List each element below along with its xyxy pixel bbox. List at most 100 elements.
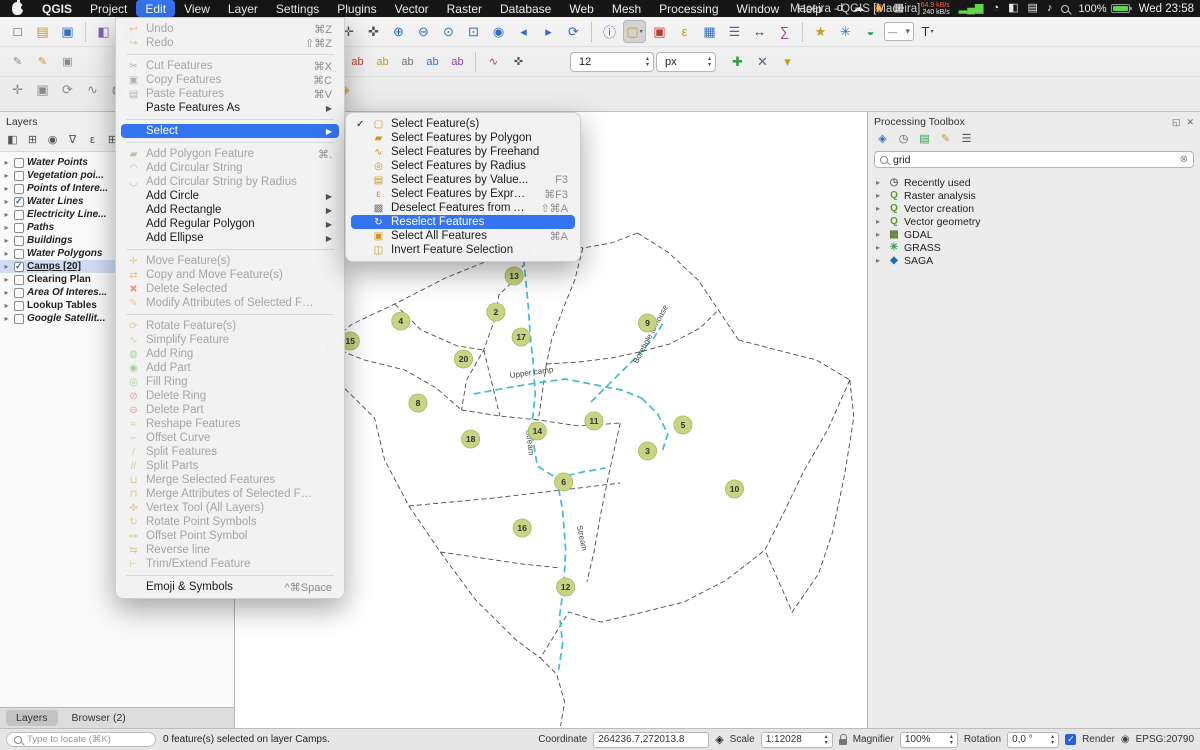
edit-in-place-icon[interactable]: ✎ xyxy=(937,131,954,146)
battery-indicator[interactable]: 100% xyxy=(1078,3,1129,15)
menu-item[interactable]: Add Ellipse ▶ xyxy=(121,231,339,245)
menu-item[interactable]: ✓ ◎ Select Features by Radius xyxy=(351,159,575,173)
magnifier-spinbox[interactable]: 100% ▴▾ xyxy=(900,732,958,748)
locator-search-input[interactable]: Type to locate (⌘K) xyxy=(6,732,156,747)
open-layer-styling-icon[interactable]: ◧ xyxy=(4,132,21,147)
project-save-icon[interactable]: ▣ xyxy=(56,20,79,43)
menubar-item[interactable]: Raster xyxy=(438,0,491,17)
expand-arrow-icon[interactable]: ▸ xyxy=(2,301,11,310)
label-move-icon[interactable]: ab xyxy=(421,50,444,73)
menubar-item[interactable]: View xyxy=(175,0,219,17)
spinbox-stepper[interactable]: ▴▾ xyxy=(646,56,649,68)
more-digitizing-icon[interactable]: ▾ xyxy=(776,50,799,73)
layer-visibility-checkbox[interactable] xyxy=(14,301,24,311)
algorithm-group-row[interactable]: ▸ Q Vector creation xyxy=(870,202,1198,215)
close-panel-icon[interactable]: ✕ xyxy=(1186,117,1194,128)
menubar-item[interactable]: Mesh xyxy=(603,0,650,17)
menu-item[interactable]: ✓ ▤ Select Features by Value... F3 xyxy=(351,173,575,187)
rotate-feature-icon[interactable]: ⟳ xyxy=(56,79,79,102)
tab-browser[interactable]: Browser (2) xyxy=(62,710,136,726)
menu-item[interactable]: ✜ Vertex Tool (All Layers) xyxy=(121,501,339,515)
add-group-icon[interactable]: ⊞ xyxy=(24,132,41,147)
menubar-item[interactable]: Processing xyxy=(650,0,727,17)
menu-item[interactable]: Emoji & Symbols ^⌘Space xyxy=(121,580,339,594)
menu-item[interactable]: ✓ ∿ Select Features by Freehand xyxy=(351,145,575,159)
expand-arrow-icon[interactable]: ▸ xyxy=(2,223,11,232)
expand-arrow-icon[interactable]: ▸ xyxy=(2,262,11,271)
display-icon[interactable]: ▤ xyxy=(1028,3,1038,14)
expand-arrow-icon[interactable]: ▸ xyxy=(876,230,884,239)
coordinate-input[interactable]: 264236.7,272013.8 xyxy=(593,732,709,748)
layer-labeling-single-icon[interactable]: ab xyxy=(346,50,369,73)
layer-visibility-checkbox[interactable] xyxy=(14,184,24,194)
menu-item[interactable]: ≈ Reshape Features xyxy=(121,417,339,431)
menu-item[interactable]: ✂ Cut Features ⌘X xyxy=(121,59,339,73)
menubar-clock[interactable]: Wed 23:58 xyxy=(1139,3,1194,15)
zoom-native-icon[interactable]: ⊙ xyxy=(437,20,460,43)
map-tips-icon[interactable]: ◒ xyxy=(859,20,882,43)
symbol-combo[interactable]: —▾ xyxy=(884,22,914,41)
clear-search-icon[interactable]: ⊗ xyxy=(1180,154,1188,165)
expand-arrow-icon[interactable]: ▸ xyxy=(2,210,11,219)
tab-layers[interactable]: Layers xyxy=(6,710,58,726)
menu-item[interactable]: // Split Parts xyxy=(121,459,339,473)
menu-item[interactable]: ◡ Add Circular String by Radius xyxy=(121,175,339,189)
simplify-feature-icon[interactable]: ∿ xyxy=(81,79,104,102)
label-pin-icon[interactable]: ab xyxy=(371,50,394,73)
layer-visibility-checkbox[interactable] xyxy=(14,223,24,233)
menu-item[interactable]: ✓ ▰ Select Features by Polygon xyxy=(351,131,575,145)
menu-item[interactable]: ▣ Copy Features ⌘C xyxy=(121,73,339,87)
zoom-in-icon[interactable]: ⊕ xyxy=(387,20,410,43)
menu-item[interactable]: ◍ Add Ring xyxy=(121,347,339,361)
menu-item[interactable]: Add Circle ▶ xyxy=(121,189,339,203)
manage-map-themes-icon[interactable]: ◉ xyxy=(44,132,61,147)
menubar-item[interactable]: Edit xyxy=(136,0,175,17)
expand-arrow-icon[interactable]: ▸ xyxy=(2,184,11,193)
expand-arrow-icon[interactable]: ▸ xyxy=(2,158,11,167)
unit-combo[interactable]: px ▴▾ xyxy=(656,52,716,72)
activity-bars-icon[interactable]: ▂▄▆ xyxy=(959,3,984,14)
menubar-item[interactable]: Database xyxy=(491,0,560,17)
select-features-icon[interactable]: ▢▾ xyxy=(623,20,646,43)
menu-item[interactable]: ◎ Fill Ring xyxy=(121,375,339,389)
deselect-features-icon[interactable]: ▣ xyxy=(648,20,671,43)
expand-arrow-icon[interactable]: ▸ xyxy=(2,171,11,180)
menu-item[interactable]: ✓ ▢ Select Feature(s) xyxy=(351,117,575,131)
label-rotate-icon[interactable]: ab xyxy=(446,50,469,73)
menu-item[interactable]: ∽ Offset Curve xyxy=(121,431,339,445)
attribute-table-icon[interactable]: ▦ xyxy=(698,20,721,43)
control-center-icon[interactable]: ◧ xyxy=(1008,3,1018,14)
layer-visibility-checkbox[interactable] xyxy=(14,262,24,272)
network-speed-indicator[interactable]: 64.9 kB/s 240 kB/s xyxy=(921,2,950,16)
menu-item[interactable]: ⊔ Merge Selected Features xyxy=(121,473,339,487)
models-icon[interactable]: ◈ xyxy=(874,131,891,146)
menu-item[interactable]: ✛ Move Feature(s) xyxy=(121,254,339,268)
style-manager-icon[interactable]: ◧ xyxy=(92,20,115,43)
unit-combo-stepper[interactable]: ▴▾ xyxy=(708,56,711,68)
layer-visibility-checkbox[interactable] xyxy=(14,275,24,285)
results-viewer-icon[interactable]: ▤ xyxy=(916,131,933,146)
menu-item[interactable]: ◉ Add Part xyxy=(121,361,339,375)
expand-arrow-icon[interactable]: ▸ xyxy=(876,178,884,187)
menu-item[interactable]: ▰ Add Polygon Feature ⌘. xyxy=(121,147,339,161)
algorithm-group-row[interactable]: ▸ ◷ Recently used xyxy=(870,176,1198,189)
menu-item[interactable]: ∿ Simplify Feature xyxy=(121,333,339,347)
label-show-hide-icon[interactable]: ab xyxy=(396,50,419,73)
menu-item[interactable]: Add Regular Polygon ▶ xyxy=(121,217,339,231)
layer-visibility-checkbox[interactable] xyxy=(14,158,24,168)
rotation-spinbox[interactable]: 0,0 ° ▴▾ xyxy=(1007,732,1059,748)
identify-features-icon[interactable]: ⓘ xyxy=(598,20,621,43)
select-by-expression-icon[interactable]: ε xyxy=(673,20,696,43)
pan-to-selection-icon[interactable]: ✜ xyxy=(362,20,385,43)
history-icon[interactable]: ◷ xyxy=(895,131,912,146)
menu-item[interactable]: ⟳ Rotate Feature(s) xyxy=(121,319,339,333)
algorithm-group-row[interactable]: ▸ ▦ GDAL xyxy=(870,228,1198,241)
copy-move-feature-icon[interactable]: ▣ xyxy=(31,79,54,102)
menu-item[interactable]: ⊘ Delete Ring xyxy=(121,389,339,403)
algorithm-group-row[interactable]: ▸ ◆ SAGA xyxy=(870,254,1198,267)
float-panel-icon[interactable]: ◱ xyxy=(1172,117,1181,128)
filter-by-expression-icon[interactable]: ε xyxy=(84,132,101,147)
zoom-out-icon[interactable]: ⊖ xyxy=(412,20,435,43)
menu-item[interactable]: ✓ ↻ Reselect Features xyxy=(351,215,575,229)
measure-icon[interactable]: ↔ xyxy=(748,20,771,43)
